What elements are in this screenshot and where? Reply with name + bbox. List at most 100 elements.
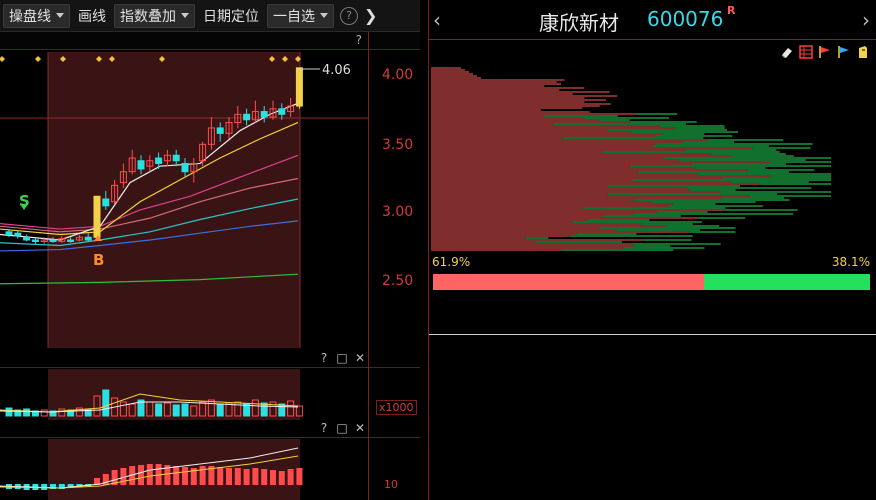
volume-bar [216, 403, 224, 417]
y-tick-3: 3.00 [382, 204, 414, 220]
chevron-down-icon [320, 13, 328, 18]
candle-body [260, 111, 268, 118]
indicator-bar [217, 467, 224, 485]
candle-body [14, 232, 22, 237]
draw-line-button[interactable]: 画线 [73, 4, 111, 28]
prev-stock-button[interactable]: ‹ [433, 8, 441, 32]
draw-line-label: 画线 [78, 8, 106, 25]
date-locate-button[interactable]: 日期定位 [198, 4, 264, 28]
axis-separator [368, 32, 369, 500]
date-locate-label: 日期定位 [203, 8, 259, 25]
indicator-pane-buttons: ? □ ✕ [318, 421, 366, 435]
candle-body [155, 157, 163, 164]
event-marker [35, 56, 41, 62]
chip-tools [780, 44, 870, 59]
volume-bar [5, 407, 13, 417]
volume-pane[interactable]: ? □ ✕ x1000 [0, 350, 420, 420]
candle-body [5, 231, 13, 236]
indicator-bar [296, 468, 303, 485]
kline-pane[interactable]: ? 4.06 S B [0, 32, 420, 350]
operating-line-dropdown[interactable]: 操盘线 [3, 3, 70, 28]
kline-chart[interactable]: 4.06 S B [0, 32, 420, 350]
blue-flag-icon[interactable] [837, 44, 851, 58]
indicator-bar [261, 469, 268, 485]
index-overlay-label: 指数叠加 [120, 8, 176, 25]
loss-ratio: 38.1% [831, 255, 870, 269]
volume-close-icon[interactable]: ✕ [354, 351, 366, 365]
indicator-bar [199, 466, 206, 485]
volume-help-icon[interactable]: ? [318, 351, 330, 365]
candle-body [216, 127, 224, 134]
indicator-bar [226, 468, 232, 485]
volume-bar [181, 403, 189, 417]
candle-body [278, 108, 286, 115]
candle-body [295, 67, 303, 107]
candle-body [172, 154, 180, 162]
grid-icon[interactable] [799, 44, 813, 59]
indicator-bar [287, 469, 294, 485]
y-tick-4: 2.50 [382, 273, 414, 289]
watchlist-label: 一自选 [273, 8, 315, 25]
candle-body [102, 198, 110, 207]
volume-bar [40, 409, 48, 417]
indicator-help-icon[interactable]: ? [318, 421, 330, 435]
indicator-bar [234, 468, 241, 485]
margin-flag-badge: R [727, 4, 736, 17]
stock-code: 600076 [647, 7, 724, 31]
candle-body [243, 113, 251, 121]
volume-pane-buttons: ? □ ✕ [318, 351, 366, 365]
indicator-bar [138, 465, 144, 485]
index-overlay-dropdown[interactable]: 指数叠加 [114, 3, 195, 28]
volume-bar [172, 404, 180, 417]
indicator-pane[interactable]: ? □ ✕ 10 [0, 420, 420, 500]
candle-body [84, 236, 92, 241]
volume-pane-header: ? □ ✕ [0, 350, 420, 368]
volume-bar [155, 403, 163, 417]
panel-divider [429, 334, 876, 335]
candle-body [137, 160, 145, 170]
candle-body [31, 239, 39, 242]
candle-body [67, 239, 75, 242]
chart-toolbar: 操盘线 画线 指数叠加 日期定位 一自选 ? ❯ [0, 0, 420, 32]
volume-bar [102, 389, 110, 417]
volume-maximize-icon[interactable]: □ [336, 351, 348, 365]
indicator-pane-header: ? □ ✕ [0, 420, 420, 438]
candle-body [93, 195, 101, 238]
candle-body [23, 236, 31, 241]
stock-header: ‹ 康欣新材 600076 R › [429, 0, 876, 40]
chip-distribution-chart [431, 67, 831, 251]
chevron-down-icon [181, 13, 189, 18]
indicator-bar [252, 468, 259, 485]
help-icon[interactable]: ? [340, 6, 358, 25]
ratio-bar [433, 274, 870, 290]
chip-distribution-panel: ‹ 康欣新材 600076 R › 61.9% 38.1% [428, 0, 876, 500]
indicator-maximize-icon[interactable]: □ [336, 421, 348, 435]
stock-name: 康欣新材 [539, 11, 619, 35]
indicator-bar [243, 469, 250, 485]
collapse-icon[interactable]: ❯ [364, 6, 377, 25]
candle-body [49, 239, 57, 242]
loss-bar [703, 274, 870, 290]
indicator-axis-label: 10 [384, 478, 398, 491]
indicator-bar [182, 467, 188, 485]
volume-bar [278, 403, 286, 417]
red-flag-icon[interactable] [818, 44, 832, 58]
indicator-bar [146, 464, 153, 485]
eraser-icon[interactable] [780, 44, 794, 59]
indicator-bar [270, 470, 276, 485]
chip-lines [431, 67, 831, 251]
next-stock-button[interactable]: › [862, 8, 870, 32]
volume-bar [260, 402, 268, 417]
indicator-close-icon[interactable]: ✕ [354, 421, 366, 435]
highlight-range [48, 52, 300, 348]
last-price-label: 4.06 [322, 63, 351, 78]
export-icon[interactable] [856, 44, 870, 58]
chevron-down-icon [56, 13, 64, 18]
indicator-bar [173, 466, 180, 485]
watchlist-dropdown[interactable]: 一自选 [267, 3, 334, 28]
volume-bar [23, 408, 31, 417]
volume-axis-label: x1000 [376, 400, 417, 415]
profit-bar [433, 274, 704, 290]
indicator-bar [278, 471, 285, 485]
y-tick-1: 4.00 [382, 67, 414, 83]
